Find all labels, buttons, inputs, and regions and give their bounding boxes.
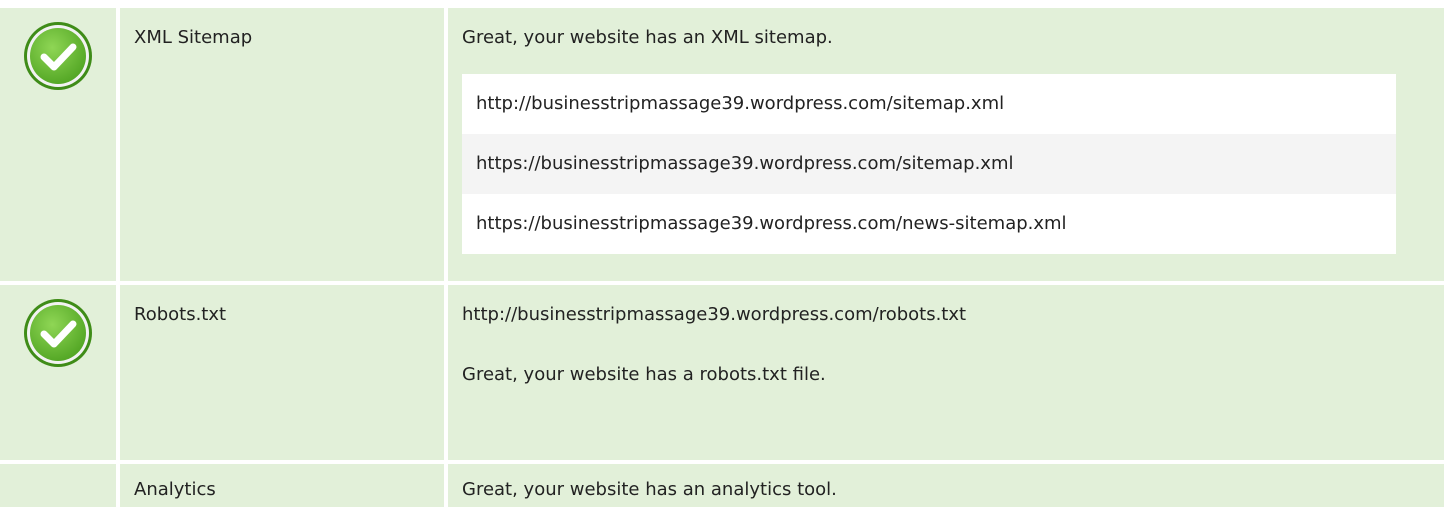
result-message: Great, your website has an XML sitemap.	[462, 27, 833, 48]
result-row-robots-txt: Robots.txt http://businesstripmassage39.…	[0, 285, 1448, 460]
sitemap-url[interactable]: https://businesstripmassage39.wordpress.…	[462, 134, 1396, 194]
row-content: Great, your website has an XML sitemap. …	[448, 8, 1444, 281]
result-message: Great, your website has a robots.txt fil…	[462, 364, 826, 385]
row-label: Robots.txt	[120, 285, 444, 460]
row-content: http://businesstripmassage39.wordpress.c…	[448, 285, 1444, 460]
seo-results-table: XML Sitemap Great, your website has an X…	[0, 0, 1448, 507]
status-cell	[0, 8, 116, 281]
sitemap-url[interactable]: http://businesstripmassage39.wordpress.c…	[462, 74, 1396, 134]
result-row-xml-sitemap: XML Sitemap Great, your website has an X…	[0, 8, 1448, 281]
robots-url[interactable]: http://businesstripmassage39.wordpress.c…	[462, 303, 1444, 327]
status-cell	[0, 285, 116, 460]
sitemap-url-list: http://businesstripmassage39.wordpress.c…	[462, 74, 1396, 254]
sitemap-url[interactable]: https://businesstripmassage39.wordpress.…	[462, 194, 1396, 254]
check-circle-icon	[22, 20, 94, 92]
check-circle-icon	[22, 297, 94, 369]
row-label: XML Sitemap	[120, 8, 444, 281]
